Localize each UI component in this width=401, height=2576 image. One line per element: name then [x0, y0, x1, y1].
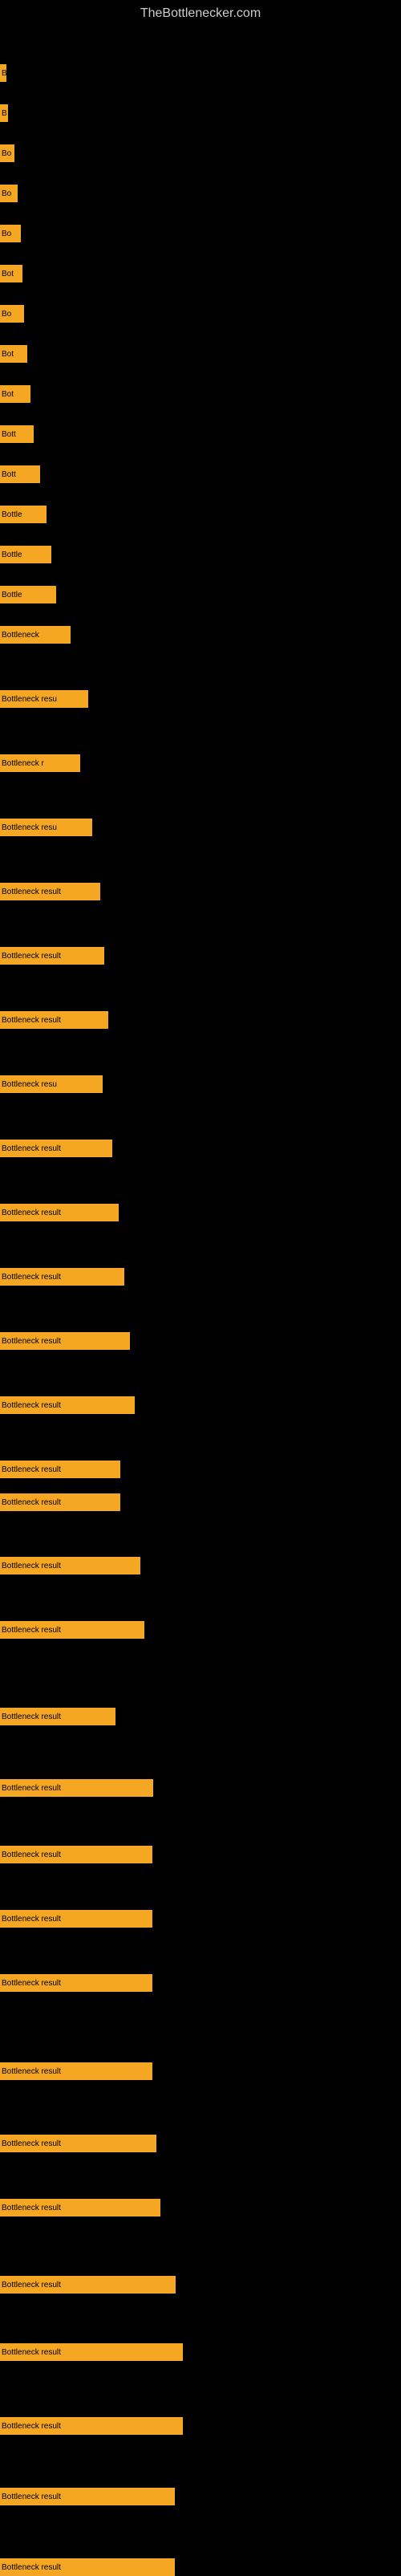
bar-row: Bottleneck result — [0, 2062, 152, 2080]
bar-row: B — [0, 104, 8, 122]
bar-label: Bo — [0, 149, 11, 158]
bar-row: Bottleneck result — [0, 1011, 108, 1029]
bar-row: Bottleneck result — [0, 1396, 135, 1414]
bar-row: B — [0, 64, 6, 82]
bar-label: Bot — [0, 350, 14, 359]
bar-row: Bottleneck result — [0, 2417, 183, 2435]
bar-row: Bottleneck result — [0, 2558, 175, 2576]
bar-label: Bottleneck result — [0, 1209, 61, 1217]
bar-label: Bottleneck result — [0, 2493, 61, 2501]
bar-row: Bo — [0, 225, 21, 242]
bar-label: Bottleneck result — [0, 888, 61, 896]
bar-label: Bottle — [0, 591, 22, 599]
bar-row: Bottleneck result — [0, 1332, 130, 1350]
bar-label: Bottleneck resu — [0, 823, 57, 832]
bar-label: Bottleneck — [0, 631, 39, 640]
bars-container: B B Bo Bo Bo Bot Bo Bot Bot Bott Bott Bottle Bottle B… — [0, 32, 401, 2568]
bar-label: Bottleneck result — [0, 1915, 61, 1924]
bar-row: Bottleneck result — [0, 1140, 112, 1157]
bar-label: Bottleneck result — [0, 1144, 61, 1153]
bar-row: Bottleneck result — [0, 1846, 152, 1863]
bar-row: Bottleneck result — [0, 1557, 140, 1574]
bar-row: Bottleneck result — [0, 1974, 152, 1992]
bar-label: Bottleneck result — [0, 2348, 61, 2357]
bar-row: Bottleneck resu — [0, 819, 92, 836]
bar-label: Bottle — [0, 551, 22, 559]
bar-row: Bottleneck result — [0, 1204, 119, 1221]
bar-row: Bottleneck r — [0, 754, 80, 772]
bar-label: Bottleneck result — [0, 2139, 61, 2148]
bar-label: Bottleneck r — [0, 759, 44, 768]
bar-row: Bot — [0, 265, 22, 282]
bar-row: Bottleneck result — [0, 947, 104, 965]
bar-label: Bott — [0, 430, 16, 439]
bar-row: Bo — [0, 185, 18, 202]
bar-row: Bottleneck result — [0, 1493, 120, 1511]
bar-row: Bottleneck result — [0, 883, 100, 900]
site-title: TheBottlenecker.com — [0, 0, 401, 27]
bar-row: Bottle — [0, 506, 47, 523]
bar-label: Bottleneck result — [0, 1465, 61, 1474]
bar-row: Bottleneck result — [0, 1708, 115, 1725]
bar-label: Bottleneck resu — [0, 695, 57, 704]
bar-row: Bottleneck result — [0, 2199, 160, 2216]
bar-row: Bottleneck result — [0, 1910, 152, 1928]
bar-label: Bottleneck result — [0, 2067, 61, 2076]
bar-label: B — [0, 69, 6, 78]
bar-label: Bottleneck result — [0, 1498, 61, 1507]
bar-label: Bottleneck result — [0, 1626, 61, 1635]
bar-row: Bottleneck result — [0, 1268, 124, 1286]
bar-label: Bottleneck result — [0, 1851, 61, 1859]
bar-label: Bottleneck result — [0, 1713, 61, 1721]
bar-label: Bot — [0, 270, 14, 278]
bar-row: Bottleneck result — [0, 2135, 156, 2152]
bar-label: Bot — [0, 390, 14, 399]
bar-label: Bottleneck result — [0, 1337, 61, 1346]
bar-row: Bot — [0, 385, 30, 403]
bar-row: Bo — [0, 305, 24, 323]
bar-row: Bott — [0, 465, 40, 483]
bar-label: B — [0, 109, 7, 118]
bar-label: Bottleneck result — [0, 1979, 61, 1988]
bar-row: Bottleneck result — [0, 2276, 176, 2294]
bar-row: Bottleneck result — [0, 1779, 153, 1797]
bar-row: Bottleneck result — [0, 2343, 183, 2361]
bar-label: Bottle — [0, 510, 22, 519]
bar-label: Bottleneck result — [0, 2422, 61, 2431]
bar-label: Bottleneck resu — [0, 1080, 57, 1089]
bar-row: Bottleneck result — [0, 2488, 175, 2505]
bar-label: Bottleneck result — [0, 1401, 61, 1410]
bar-label: Bo — [0, 189, 11, 198]
bar-label: Bo — [0, 230, 11, 238]
bar-row: Bott — [0, 425, 34, 443]
bar-row: Bottleneck — [0, 626, 71, 644]
bar-label: Bottleneck result — [0, 952, 61, 961]
bar-label: Bottleneck result — [0, 2281, 61, 2290]
bar-row: Bottleneck resu — [0, 690, 88, 708]
bar-row: Bottle — [0, 586, 56, 603]
bar-row: Bo — [0, 144, 14, 162]
bar-row: Bottleneck result — [0, 1621, 144, 1639]
bar-label: Bott — [0, 470, 16, 479]
bar-label: Bottleneck result — [0, 1784, 61, 1793]
bar-row: Bottleneck result — [0, 1461, 120, 1478]
bar-label: Bottleneck result — [0, 1016, 61, 1025]
bar-label: Bottleneck result — [0, 2563, 61, 2572]
bar-row: Bot — [0, 345, 27, 363]
bar-row: Bottle — [0, 546, 51, 563]
bar-row: Bottleneck resu — [0, 1075, 103, 1093]
bar-label: Bottleneck result — [0, 2204, 61, 2212]
bar-label: Bottleneck result — [0, 1562, 61, 1570]
bar-label: Bo — [0, 310, 11, 319]
bar-label: Bottleneck result — [0, 1273, 61, 1282]
